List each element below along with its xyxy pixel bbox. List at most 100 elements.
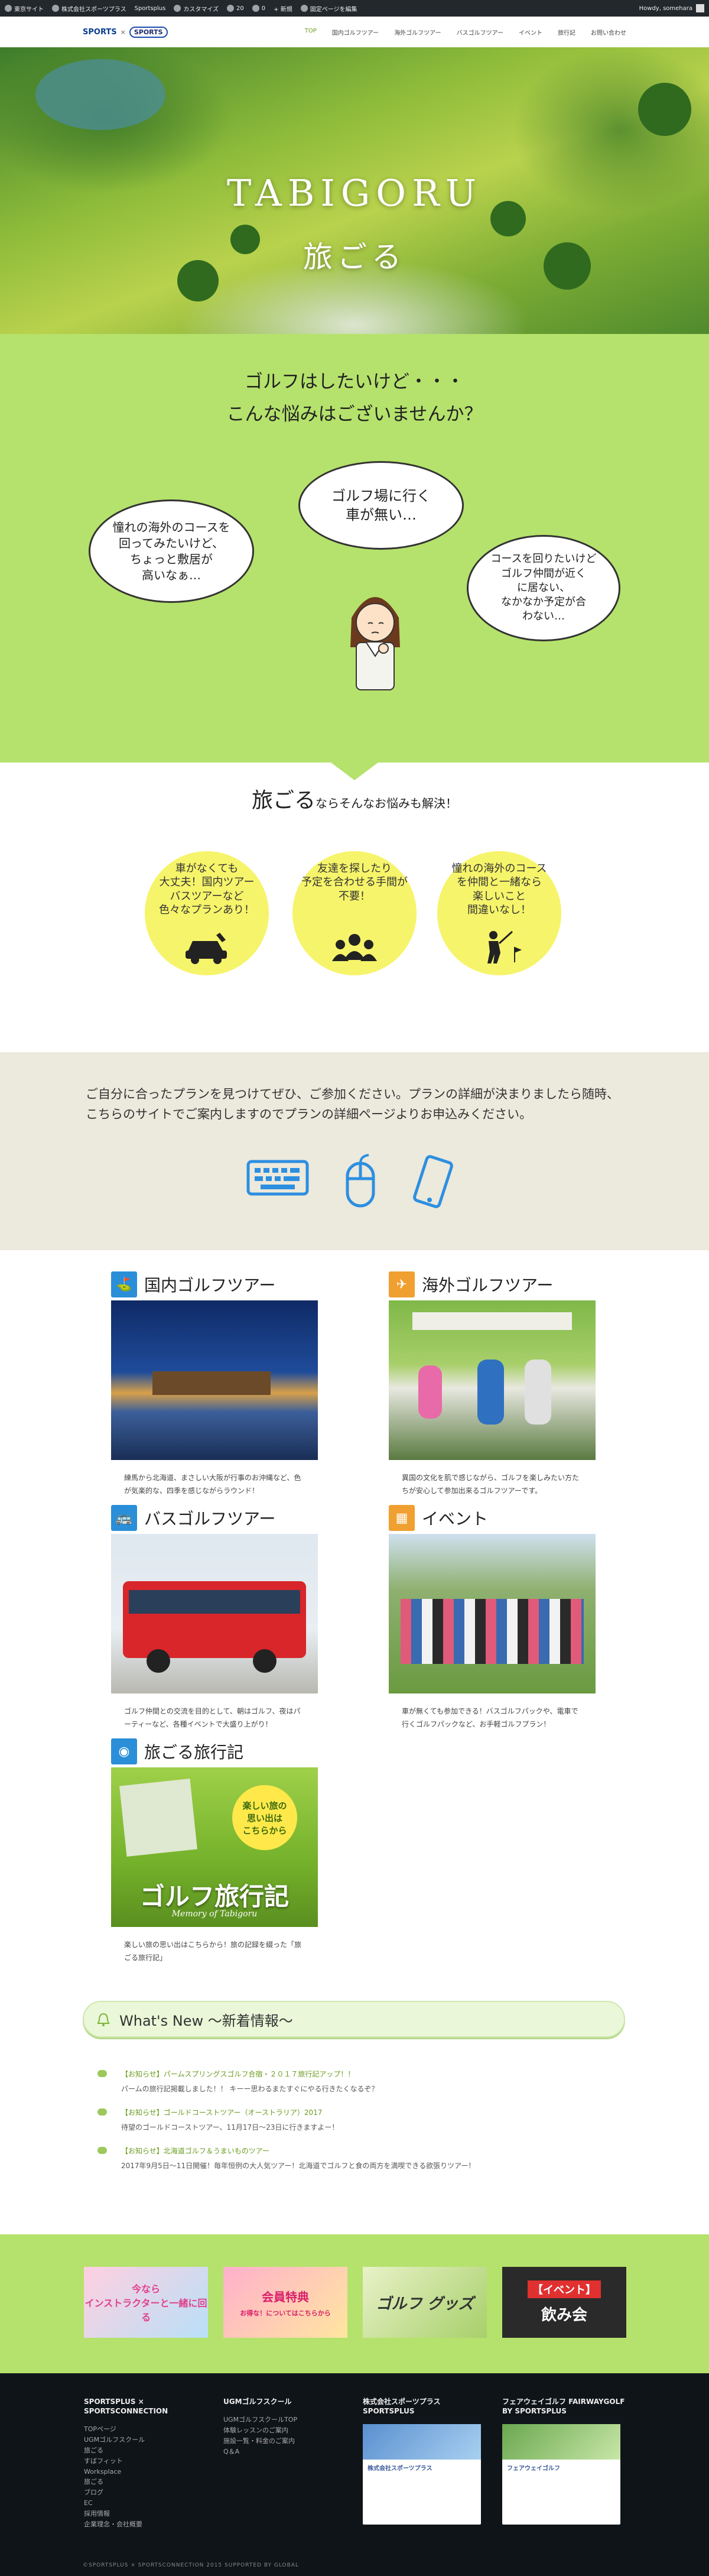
footer-link[interactable]: 施設一覧・料金のご案内 bbox=[223, 2436, 353, 2447]
nav-contact[interactable]: お問い合わせ bbox=[591, 28, 626, 37]
news-item-title[interactable]: 【お知らせ】パームスプリングスゴルフ合宿・２０１７旅行記アップ！！ bbox=[97, 2069, 629, 2079]
footer-link[interactable]: UGMゴルフスクール bbox=[84, 2435, 214, 2445]
news-item-body: パームの旅行記掲載しました！！ キーー思わるまたすぐにやる行きたくなるぞ？ bbox=[121, 2085, 379, 2093]
tour-overseas-title: ✈ 海外ゴルフツアー bbox=[389, 1271, 596, 1298]
tour-domestic[interactable]: ⛳ 国内ゴルフツアー 練馬から北海道、まさしい大阪が行事のお沖縄など、色が気楽的… bbox=[111, 1271, 318, 1497]
admin-item-customize[interactable]: カスタマイズ bbox=[174, 4, 219, 13]
smartphone-icon bbox=[413, 1155, 453, 1208]
admin-item-new[interactable]: + 新規 bbox=[274, 4, 292, 13]
tour-event-title: ▦ イベント bbox=[389, 1504, 596, 1532]
hero-pond-graphic bbox=[35, 59, 165, 130]
admin-item-company[interactable]: 株式会社スポーツプラス bbox=[52, 4, 126, 13]
tour-event-photo[interactable] bbox=[389, 1534, 596, 1693]
speech-bubble-center: ゴルフ場に行く 車が無い… bbox=[298, 461, 464, 550]
footer-link[interactable]: ブログ bbox=[84, 2487, 214, 2498]
calendar-icon: ▦ bbox=[389, 1505, 415, 1531]
admin-item-site[interactable]: 東京サイト bbox=[5, 4, 44, 13]
admin-item-sportsplus[interactable]: Sportsplus bbox=[135, 5, 166, 12]
admin-item-updates[interactable]: 20 bbox=[227, 5, 244, 12]
bell-icon bbox=[97, 2013, 110, 2026]
solution-circle-overseas: 憧れの海外のコース を仲間と一緒なら 楽しいこと 間違いなし！ bbox=[437, 851, 561, 975]
news-item-title[interactable]: 【お知らせ】ゴールドコーストツアー（オーストラリア）2017 bbox=[97, 2107, 629, 2117]
banner-instructor[interactable]: 今なら インストラクターと一緒に回る bbox=[84, 2267, 208, 2338]
whats-new-heading: What's New ～新着情報～ bbox=[83, 2001, 625, 2038]
admin-item-edit-page[interactable]: 固定ページを編集 bbox=[300, 4, 357, 13]
banner-event-drinks[interactable]: 【イベント】 飲み会 bbox=[502, 2267, 626, 2338]
hero-title: TABIGORU bbox=[226, 171, 483, 215]
footer-link[interactable]: すばフィット bbox=[84, 2456, 214, 2467]
home-icon bbox=[52, 5, 59, 12]
admin-item-comments[interactable]: 0 bbox=[252, 5, 265, 12]
footer-link[interactable]: 体験レッスンのご案内 bbox=[223, 2425, 353, 2436]
hero-subtitle: 旅ごる bbox=[303, 240, 406, 274]
car-icon bbox=[186, 933, 227, 964]
tour-bus-photo[interactable] bbox=[111, 1534, 318, 1693]
avatar bbox=[696, 4, 704, 12]
news-item[interactable]: 【お知らせ】ゴールドコーストツアー（オーストラリア）2017 待望のゴールドコー… bbox=[97, 2107, 629, 2132]
footer-link[interactable]: TOPページ bbox=[84, 2424, 214, 2435]
nav-bus-golf[interactable]: バスゴルフツアー bbox=[457, 28, 503, 37]
pencil-icon bbox=[300, 5, 308, 12]
facebook-widget[interactable]: フェアウェイゴルフ bbox=[502, 2424, 620, 2525]
nav-event[interactable]: イベント bbox=[519, 28, 542, 37]
solution-circle-car: 車がなくても 大丈夫！国内ツアー バスツアーなど 色々なプランあり！ bbox=[145, 851, 269, 975]
worries-heading-1: ゴルフはしたいけど・・・ bbox=[245, 371, 464, 392]
nav-domestic-golf[interactable]: 国内ゴルフツアー bbox=[332, 28, 379, 37]
keyboard-icon bbox=[246, 1160, 309, 1196]
news-item-title[interactable]: 【お知らせ】北海道ゴルフ＆うまいものツアー bbox=[97, 2146, 629, 2156]
tour-travelogue[interactable]: ◉ 旅ごる旅行記 楽しい旅の 思い出は こちらから ゴルフ旅行記 Memory … bbox=[111, 1738, 318, 1964]
mouse-icon bbox=[346, 1154, 375, 1208]
footer-link[interactable]: 旅ごる bbox=[84, 2477, 214, 2487]
camera-icon: ◉ bbox=[111, 1738, 137, 1764]
nav-top[interactable]: TOP bbox=[305, 28, 317, 37]
site-logo[interactable]: SPORTS × SPORTS bbox=[83, 26, 168, 38]
speech-dot-icon bbox=[97, 2108, 107, 2116]
footer-link[interactable]: Q＆A bbox=[223, 2447, 353, 2457]
plan-text: ご自分に合ったプランを見つけてぜひ、ご参加ください。プランの詳細が決まりましたら… bbox=[86, 1087, 619, 1121]
section-arrow bbox=[331, 763, 378, 780]
people-icon bbox=[332, 934, 377, 961]
site-footer: SPORTSPLUS × SPORTSCONNECTION TOPページ UGM… bbox=[0, 2373, 709, 2576]
refresh-icon bbox=[227, 5, 235, 12]
tour-travelogue-banner[interactable]: 楽しい旅の 思い出は こちらから ゴルフ旅行記 Memory of Tabigo… bbox=[111, 1767, 318, 1927]
tour-domestic-title: ⛳ 国内ゴルフツアー bbox=[111, 1271, 318, 1298]
tour-overseas-photo[interactable] bbox=[389, 1300, 596, 1460]
hero-tree-graphic bbox=[638, 83, 691, 136]
nav-overseas-golf[interactable]: 海外ゴルフツアー bbox=[394, 28, 441, 37]
footer-col-company: SPORTSPLUS × SPORTSCONNECTION TOPページ UGM… bbox=[84, 2397, 214, 2530]
footer-link[interactable]: UGMゴルフスクールTOP bbox=[223, 2415, 353, 2425]
nav-travelogue[interactable]: 旅行記 bbox=[558, 28, 575, 37]
solution-circle-friends: 友達を探したり 予定を合わせる手間が 不要！ bbox=[292, 851, 417, 975]
news-item[interactable]: 【お知らせ】パームスプリングスゴルフ合宿・２０１７旅行記アップ！！ パームの旅行… bbox=[97, 2069, 629, 2094]
news-item-body: 2017年9月5日〜11日開催！毎年恒例の大人気ツアー！北海道でゴルフと食の両方… bbox=[121, 2162, 476, 2170]
site-header: SPORTS × SPORTS TOP 国内ゴルフツアー 海外ゴルフツアー バス… bbox=[0, 17, 709, 47]
wordpress-icon bbox=[5, 5, 12, 12]
footer-link[interactable]: EC bbox=[84, 2498, 214, 2509]
footer-link[interactable]: 旅ごる bbox=[84, 2445, 214, 2456]
tour-domestic-photo[interactable] bbox=[111, 1300, 318, 1460]
speech-dot-icon bbox=[97, 2147, 107, 2154]
banner-member-benefits[interactable]: 会員特典 お得な！についてはこちらから bbox=[223, 2267, 347, 2338]
news-item[interactable]: 【お知らせ】北海道ゴルフ＆うまいものツアー 2017年9月5日〜11日開催！毎年… bbox=[97, 2146, 629, 2171]
admin-bar: 東京サイト 株式会社スポーツプラス Sportsplus カスタマイズ 20 0… bbox=[0, 0, 709, 17]
footer-link[interactable]: Worksplace bbox=[84, 2467, 214, 2477]
admin-account[interactable]: Howdy, somehara bbox=[639, 4, 704, 12]
tour-bus-title: 🚌 バスゴルフツアー bbox=[111, 1504, 318, 1532]
worried-woman-illustration bbox=[350, 597, 400, 690]
facebook-widget[interactable]: 株式会社スポーツプラス bbox=[363, 2424, 481, 2525]
speech-bubble-left: 憧れの海外のコースを 回ってみたいけど、 ちょっと敷居が 高いなぁ… bbox=[89, 499, 254, 603]
airplane-icon: ✈ bbox=[389, 1271, 415, 1297]
golfer-icon bbox=[487, 930, 522, 963]
worries-section: ゴルフはしたいけど・・・ こんな悩みはございませんか？ 憧れの海外のコースを 回… bbox=[0, 334, 709, 780]
comment-icon bbox=[252, 5, 259, 12]
tour-event[interactable]: ▦ イベント 車が無くても参加できる！バスゴルフパックや、電車で行くゴルフパック… bbox=[389, 1504, 596, 1731]
promo-banners: 今なら インストラクターと一緒に回る 会員特典 お得な！についてはこちらから ゴルフ… bbox=[0, 2234, 709, 2373]
footer-link[interactable]: 採用情報 bbox=[84, 2509, 214, 2519]
banner-golf-goods[interactable]: ゴルフ グッズ bbox=[363, 2267, 487, 2338]
tour-bus[interactable]: 🚌 バスゴルフツアー ゴルフ仲間との交流を目的として、朝はゴルフ、夜はパーティー… bbox=[111, 1504, 318, 1731]
tour-travelogue-title: ◉ 旅ごる旅行記 bbox=[111, 1738, 318, 1765]
footer-col-school: UGMゴルフスクール UGMゴルフスクールTOP 体験レッスンのご案内 施設一覧… bbox=[223, 2397, 353, 2457]
tour-overseas[interactable]: ✈ 海外ゴルフツアー 異国の文化を肌で感じながら、ゴルフを楽しみたい方たちが安心… bbox=[389, 1271, 596, 1497]
footer-col-sportsplus: 株式会社スポーツプラス SPORTSPLUS 株式会社スポーツプラス bbox=[363, 2397, 493, 2525]
footer-link[interactable]: 企業理念・会社概要 bbox=[84, 2519, 214, 2530]
